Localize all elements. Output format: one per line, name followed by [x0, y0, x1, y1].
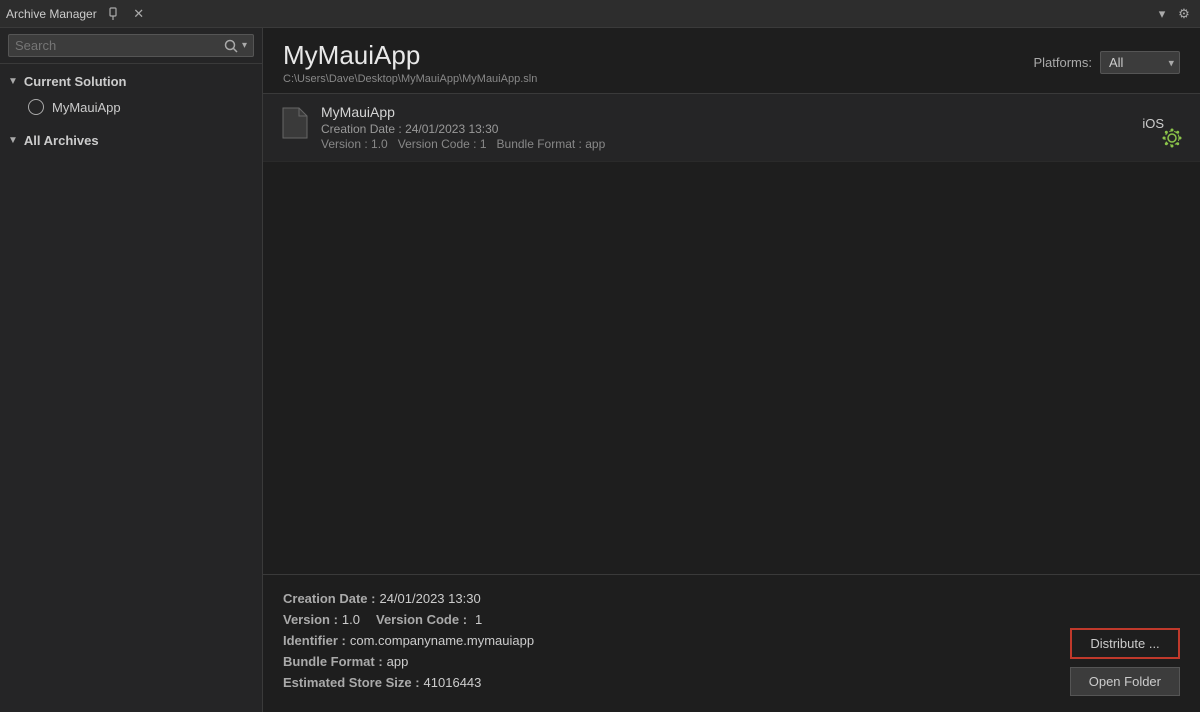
archive-meta: Version : 1.0 Version Code : 1 Bundle Fo… [321, 137, 1184, 151]
detail-panel: Creation Date : 24/01/2023 13:30 Version… [263, 574, 1200, 712]
title-bar-right: ▾ ⚙ [1152, 4, 1194, 24]
title-bar-left: Archive Manager ✕ [6, 4, 149, 24]
archive-entry[interactable]: MyMauiApp Creation Date : 24/01/2023 13:… [263, 94, 1200, 162]
detail-store-size-value: 41016443 [424, 675, 482, 690]
detail-bundle-format-label: Bundle Format : [283, 654, 383, 669]
search-icon-button[interactable] [224, 39, 238, 53]
app-icon [28, 99, 44, 115]
all-archives-header[interactable]: ▼ All Archives [0, 127, 262, 154]
sidebar-section-current-solution: ▼ Current Solution MyMauiApp [0, 64, 262, 123]
bundle-format-label: Bundle Format : [497, 137, 582, 151]
detail-row-version: Version : 1.0 Version Code : 1 [283, 612, 1070, 627]
detail-identifier-label: Identifier : [283, 633, 346, 648]
detail-info: Creation Date : 24/01/2023 13:30 Version… [283, 591, 1070, 696]
main-container: ▾ ▼ Current Solution MyMauiApp ▼ All Arc… [0, 28, 1200, 712]
chevron-icon: ▼ [8, 76, 18, 87]
detail-version-code-value: 1 [475, 612, 482, 627]
settings-button[interactable]: ⚙ [1174, 4, 1194, 24]
detail-creation-date-value: 24/01/2023 13:30 [379, 591, 480, 606]
close-button[interactable]: ✕ [129, 4, 149, 24]
platforms-select-wrapper: All iOS Android [1100, 51, 1180, 74]
title-bar: Archive Manager ✕ ▾ ⚙ [0, 0, 1200, 28]
app-path: C:\Users\Dave\Desktop\MyMauiApp\MyMauiAp… [283, 73, 537, 85]
creation-date-value: 24/01/2023 13:30 [405, 122, 498, 136]
search-input[interactable] [15, 38, 220, 53]
search-box: ▾ [8, 34, 254, 57]
detail-bundle-format-value: app [387, 654, 409, 669]
open-folder-button[interactable]: Open Folder [1070, 667, 1180, 696]
platforms-select[interactable]: All iOS Android [1100, 51, 1180, 74]
creation-date-label: Creation Date : [321, 122, 402, 136]
detail-row-store-size: Estimated Store Size : 41016443 [283, 675, 1070, 690]
content-header: MyMauiApp C:\Users\Dave\Desktop\MyMauiAp… [263, 28, 1200, 94]
archive-info: MyMauiApp Creation Date : 24/01/2023 13:… [321, 104, 1184, 151]
detail-identifier-value: com.companyname.mymauiapp [350, 633, 534, 648]
all-archives-chevron: ▼ [8, 135, 18, 146]
archive-date: Creation Date : 24/01/2023 13:30 [321, 122, 1184, 136]
current-solution-header[interactable]: ▼ Current Solution [0, 68, 262, 95]
detail-store-size-label: Estimated Store Size : [283, 675, 420, 690]
file-icon-svg [281, 106, 309, 140]
title-bar-title: Archive Manager [6, 7, 97, 21]
search-dropdown-icon[interactable]: ▾ [242, 40, 247, 51]
detail-version-value: 1.0 [342, 612, 360, 627]
pin-icon [106, 7, 120, 21]
all-archives-label: All Archives [24, 133, 99, 148]
sidebar-section-all-archives: ▼ All Archives [0, 123, 262, 158]
archive-list[interactable]: MyMauiApp Creation Date : 24/01/2023 13:… [263, 94, 1200, 574]
ios-icon [1160, 126, 1184, 156]
detail-row-creation-date: Creation Date : 24/01/2023 13:30 [283, 591, 1070, 606]
current-solution-label: Current Solution [24, 74, 127, 89]
ios-settings-icon [1160, 126, 1184, 150]
search-container: ▾ [0, 28, 262, 64]
version-value: 1.0 [371, 137, 388, 151]
pin-button[interactable] [103, 4, 123, 24]
sidebar-item-label: MyMauiApp [52, 100, 121, 115]
detail-row-identifier: Identifier : com.companyname.mymauiapp [283, 633, 1070, 648]
platforms-label: Platforms: [1033, 55, 1092, 70]
app-info: MyMauiApp C:\Users\Dave\Desktop\MyMauiAp… [283, 40, 537, 85]
sidebar: ▾ ▼ Current Solution MyMauiApp ▼ All Arc… [0, 28, 263, 712]
detail-version-label: Version : [283, 612, 338, 627]
bundle-format-value: app [585, 137, 605, 151]
dropdown-button[interactable]: ▾ [1152, 4, 1172, 24]
distribute-button[interactable]: Distribute ... [1070, 628, 1180, 659]
search-icon [224, 39, 238, 53]
content-area: MyMauiApp C:\Users\Dave\Desktop\MyMauiAp… [263, 28, 1200, 712]
platforms-row: Platforms: All iOS Android [1033, 51, 1180, 74]
archive-name: MyMauiApp [321, 104, 1184, 120]
archive-file-icon [279, 104, 311, 142]
detail-actions: Distribute ... Open Folder [1070, 591, 1180, 696]
app-title: MyMauiApp [283, 40, 537, 71]
version-label: Version : [321, 137, 368, 151]
version-code-value: 1 [480, 137, 487, 151]
detail-creation-date-label: Creation Date : [283, 591, 375, 606]
version-code-label: Version Code : [398, 137, 477, 151]
detail-version-code-label: Version Code : [376, 612, 467, 627]
detail-row-bundle-format: Bundle Format : app [283, 654, 1070, 669]
sidebar-item-mymauiapp[interactable]: MyMauiApp [0, 95, 262, 119]
